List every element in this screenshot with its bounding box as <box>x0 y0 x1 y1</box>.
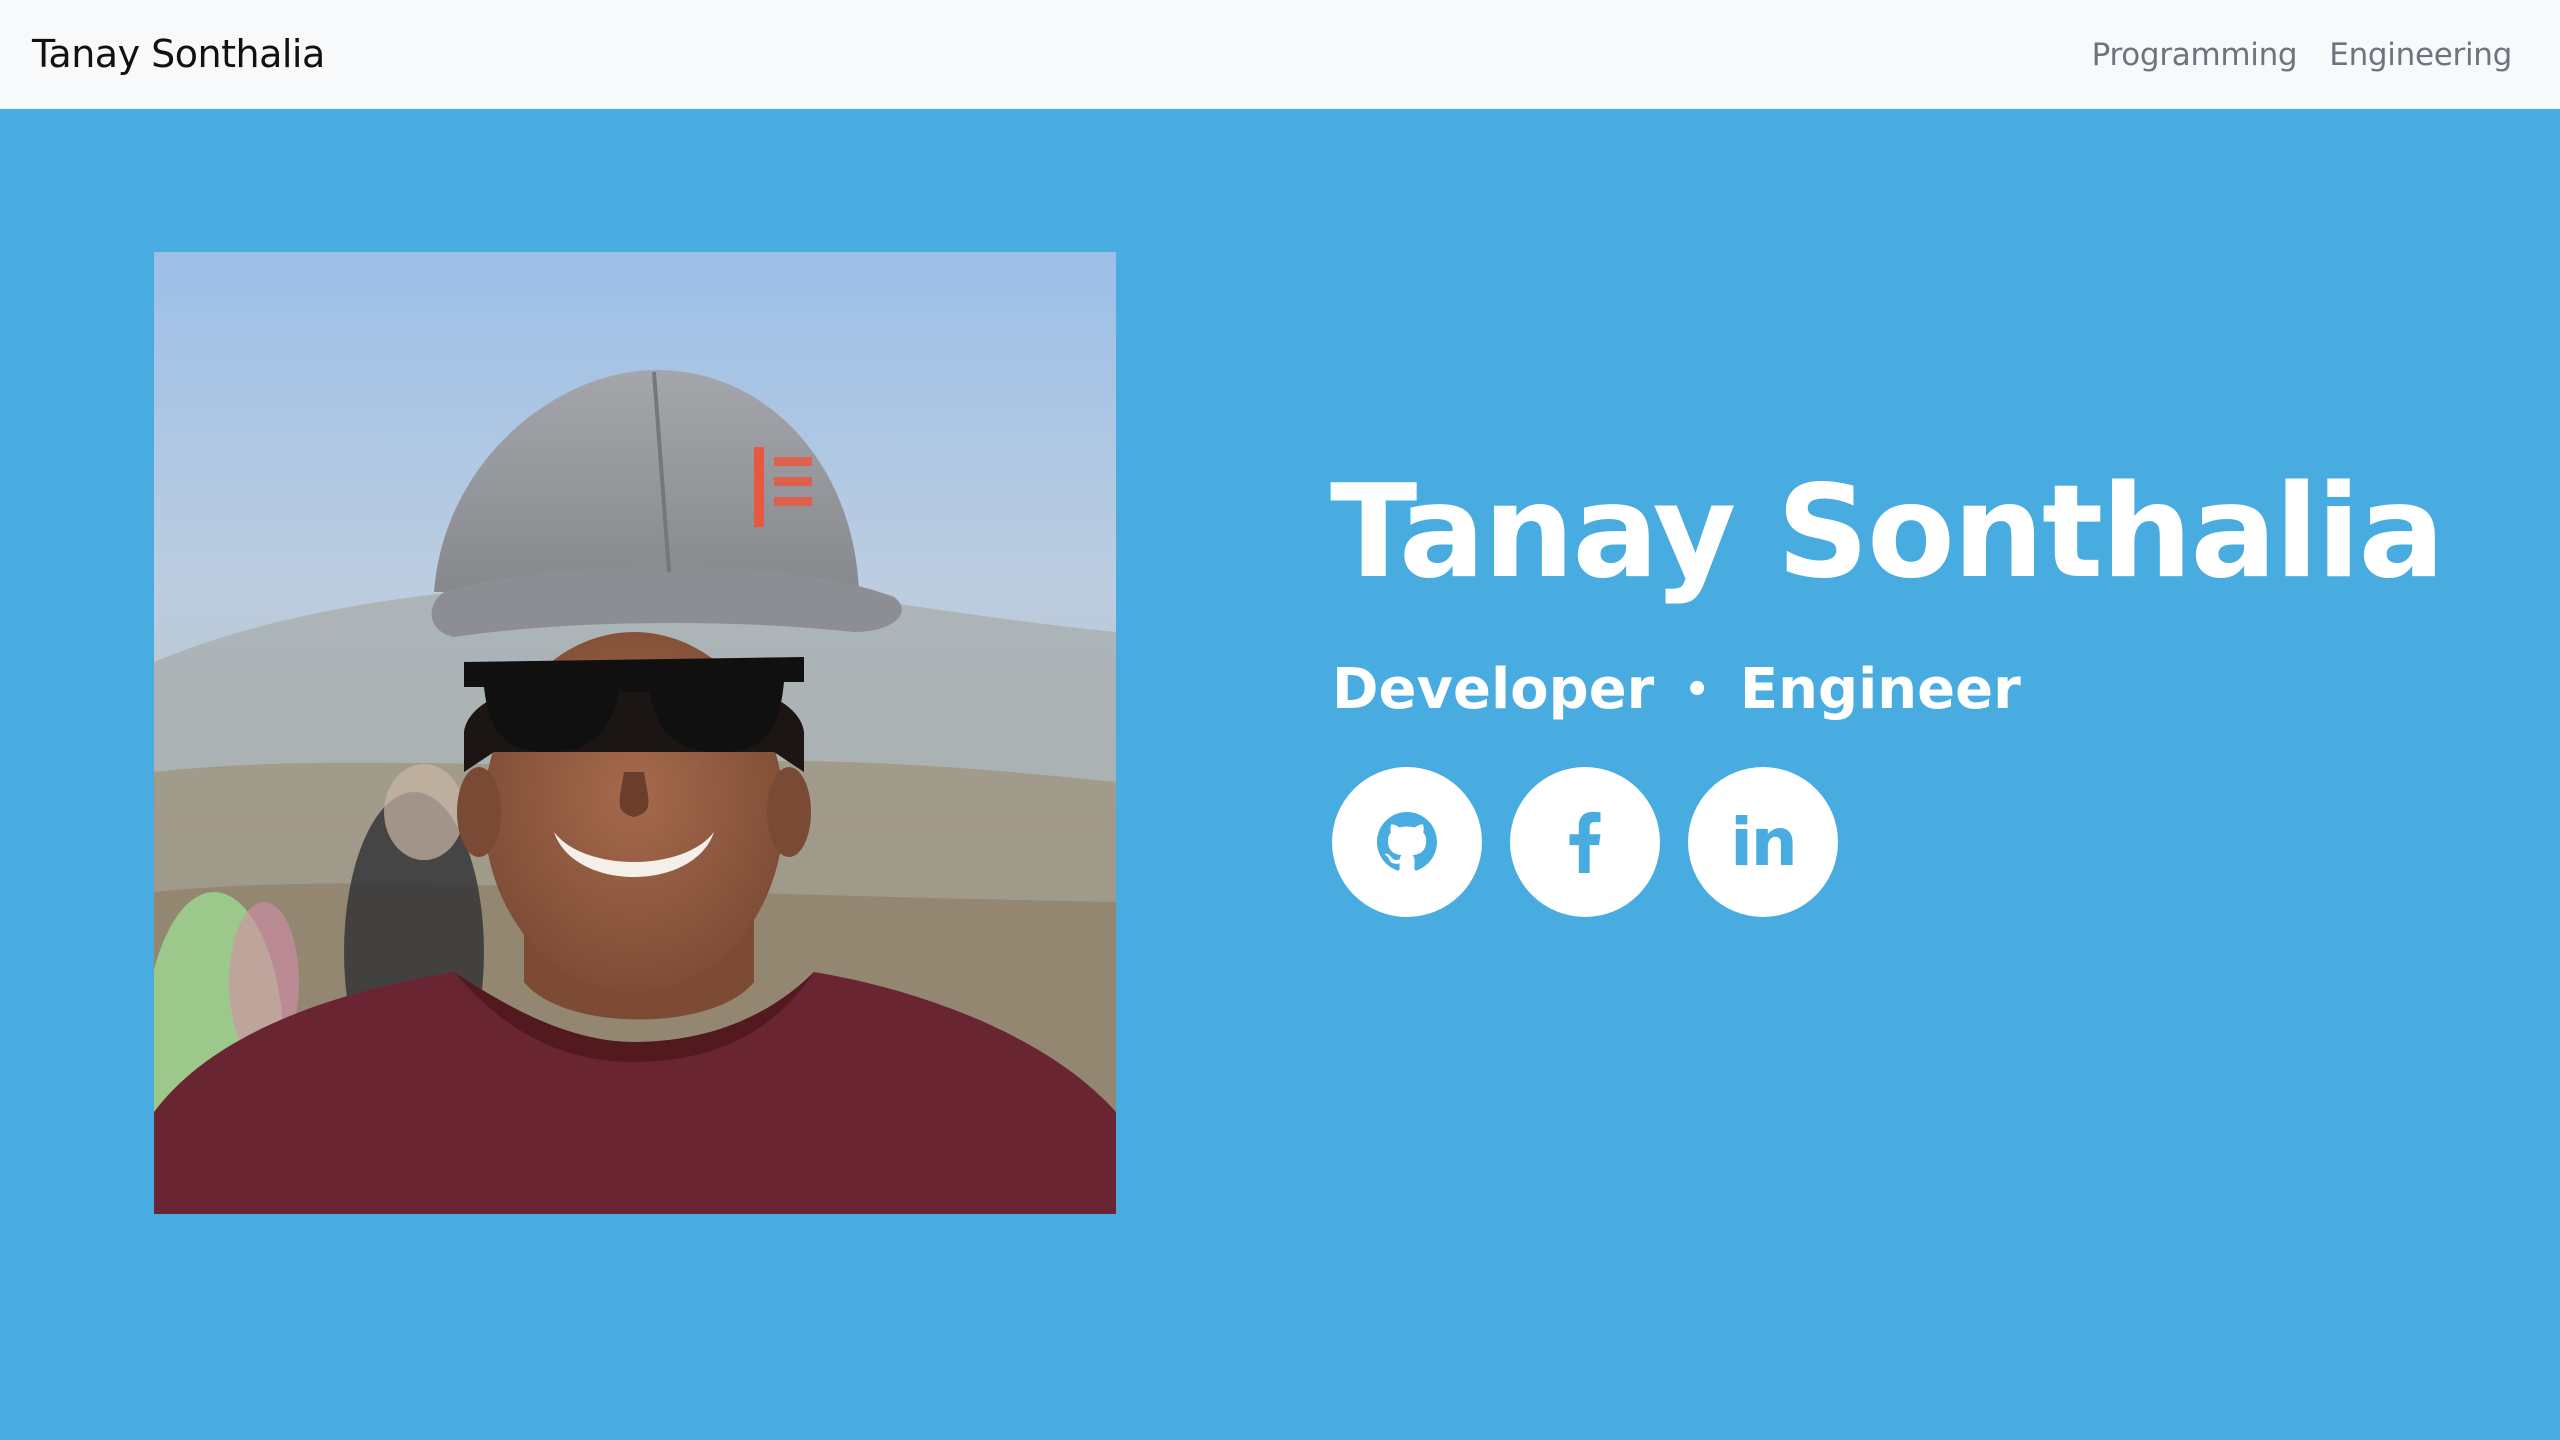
github-button[interactable] <box>1332 767 1482 917</box>
brand-link[interactable]: Tanay Sonthalia <box>32 0 325 109</box>
linkedin-button[interactable]: in <box>1688 767 1838 917</box>
linkedin-icon: in <box>1730 803 1798 881</box>
social-links: in <box>1332 767 1838 917</box>
profile-photo <box>154 252 1116 1214</box>
hero-section: Tanay Sonthalia Developer • Engineer in <box>0 109 2560 1440</box>
facebook-icon <box>1569 811 1601 873</box>
nav-link-programming[interactable]: Programming <box>2092 37 2298 73</box>
nav-links: Programming Engineering <box>2092 0 2513 109</box>
github-icon <box>1377 812 1437 871</box>
hero-name: Tanay Sonthalia <box>1330 458 2445 607</box>
role-developer: Developer <box>1332 657 1655 722</box>
separator-dot: • <box>1684 667 1710 713</box>
hero-subtitle: Developer • Engineer <box>1332 662 2021 718</box>
facebook-button[interactable] <box>1510 767 1660 917</box>
role-engineer: Engineer <box>1739 657 2021 722</box>
navbar: Tanay Sonthalia Programming Engineering <box>0 0 2560 109</box>
nav-link-engineering[interactable]: Engineering <box>2329 37 2512 73</box>
